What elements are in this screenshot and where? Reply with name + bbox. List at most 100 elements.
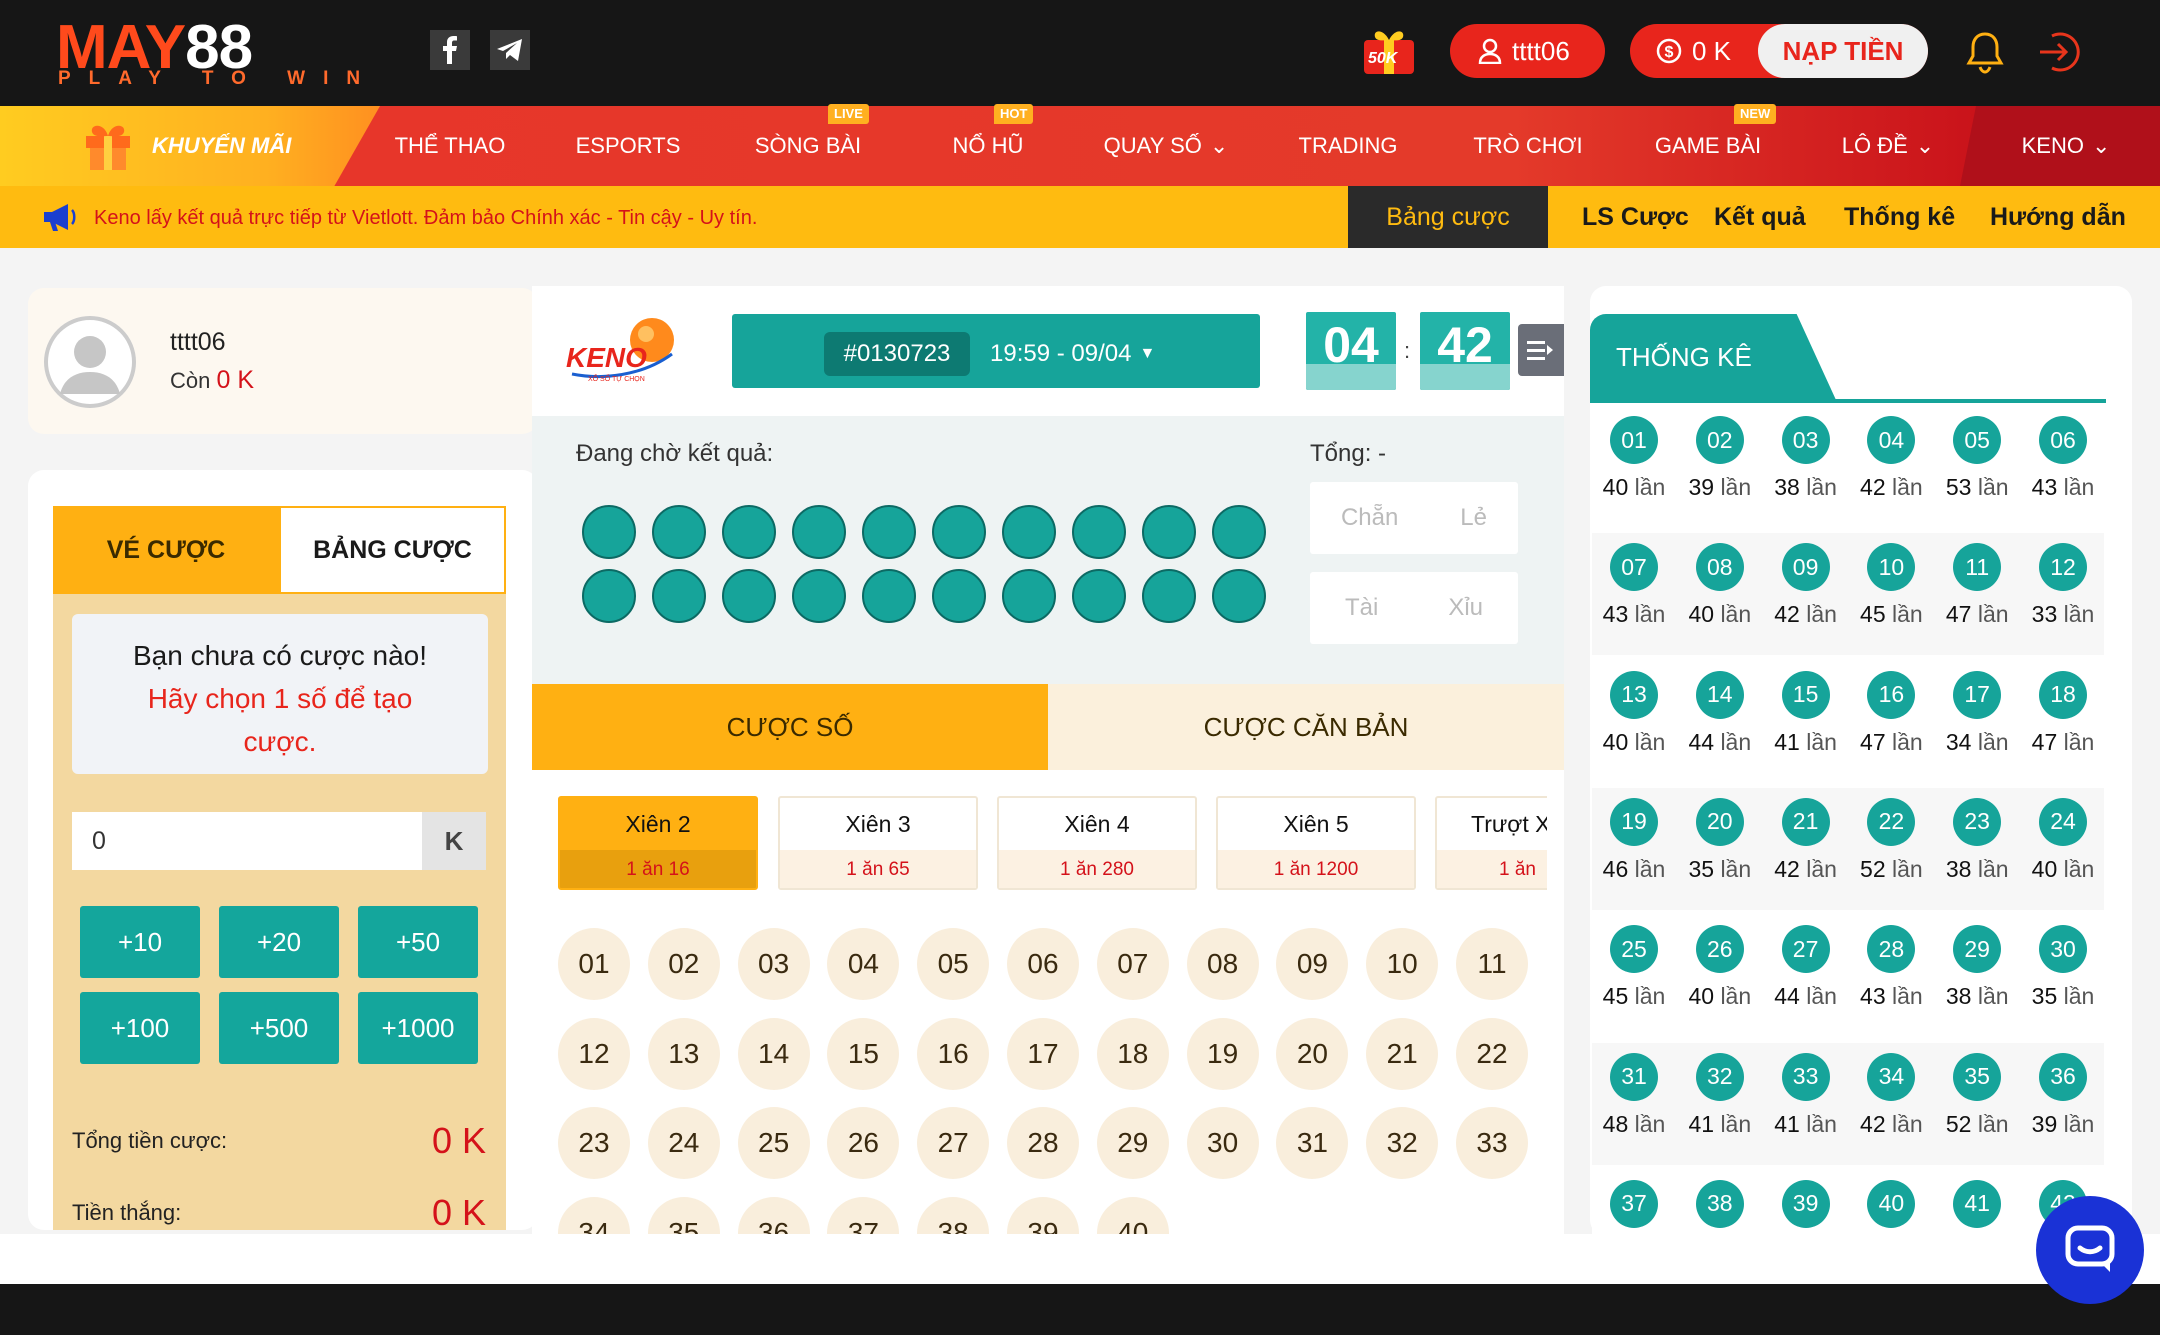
number-ball-15[interactable]: 15 <box>827 1017 900 1090</box>
nav-quay-so[interactable]: QUAY SỐ ⌄ <box>1096 106 1236 186</box>
stats-number: 34 <box>1867 1052 1916 1101</box>
bet-type-truot-x[interactable]: Trượt X 1 ăn <box>1435 796 1547 890</box>
stats-number: 01 <box>1610 416 1658 464</box>
stats-count-value: 48 <box>1602 1110 1629 1137</box>
logout-icon[interactable] <box>2034 28 2082 81</box>
number-ball-40[interactable]: 40 <box>1096 1196 1169 1234</box>
number-ball-39[interactable]: 39 <box>1007 1196 1079 1234</box>
stats-number: 07 <box>1610 543 1658 592</box>
link-ket-qua[interactable]: Kết quả <box>1714 186 1806 248</box>
number-ball-24[interactable]: 24 <box>647 1107 720 1180</box>
chat-support-button[interactable] <box>2036 1196 2144 1304</box>
stats-count-unit: lần <box>1634 728 1666 755</box>
number-ball-09[interactable]: 09 <box>1276 928 1349 1000</box>
number-ball-04[interactable]: 04 <box>827 928 900 1000</box>
stats-count-unit: lần <box>1806 855 1837 882</box>
nav-trading[interactable]: TRADING <box>1276 106 1420 186</box>
stats-cell-36: 36 39 lần <box>2023 1052 2103 1138</box>
bet-type-xien-2[interactable]: Xiên 2 1 ăn 16 <box>558 796 758 890</box>
side-menu-toggle[interactable] <box>1518 324 1564 376</box>
coin-icon: $ <box>1656 38 1682 64</box>
promo-gift-icon[interactable]: 50K <box>1358 24 1420 76</box>
number-ball-21[interactable]: 21 <box>1366 1017 1439 1090</box>
quick-add-100-button[interactable]: +100 <box>80 992 200 1064</box>
number-ball-34[interactable]: 34 <box>558 1196 630 1234</box>
tab-bang-cuoc-panel[interactable]: BẢNG CƯỢC <box>279 506 506 594</box>
stats-count: 46 lần <box>1594 856 1674 883</box>
stats-cell-34: 34 42 lần <box>1851 1052 1931 1138</box>
number-ball-29[interactable]: 29 <box>1096 1107 1169 1180</box>
timer-separator: : <box>1404 338 1411 363</box>
number-ball-20[interactable]: 20 <box>1276 1017 1349 1090</box>
nav-esports[interactable]: ESPORTS <box>560 106 696 186</box>
number-ball-03[interactable]: 03 <box>737 928 810 1000</box>
number-ball-35[interactable]: 35 <box>647 1196 720 1234</box>
link-huong-dan[interactable]: Hướng dẫn <box>1990 186 2126 248</box>
number-ball-36[interactable]: 36 <box>737 1196 810 1234</box>
stats-cell-07: 07 43 lần <box>1594 543 1674 628</box>
quick-add-50-button[interactable]: +50 <box>358 906 478 978</box>
nav-lo-de[interactable]: LÔ ĐỀ ⌄ <box>1816 106 1960 186</box>
number-ball-14[interactable]: 14 <box>737 1017 810 1090</box>
stats-cell-38: 38 <box>1680 1179 1760 1228</box>
bet-amount-input[interactable] <box>72 812 422 870</box>
bet-type-xien-5[interactable]: Xiên 5 1 ăn 1200 <box>1216 796 1416 890</box>
number-ball-31[interactable]: 31 <box>1276 1107 1349 1180</box>
number-ball-26[interactable]: 26 <box>827 1107 900 1180</box>
facebook-icon[interactable] <box>430 30 470 70</box>
draw-time[interactable]: 19:59 - 09/04 ▼ <box>990 332 1155 376</box>
link-ls-cuoc[interactable]: LS Cược <box>1582 186 1689 248</box>
user-account-button[interactable]: tttt06 <box>1450 24 1605 78</box>
nav-keno[interactable]: KENO ⌄ <box>1996 106 2136 186</box>
number-ball-12[interactable]: 12 <box>558 1017 630 1090</box>
stats-count-value: 38 <box>1945 983 1972 1010</box>
number-ball-02[interactable]: 02 <box>647 928 720 1000</box>
deposit-button[interactable]: NẠP TIỀN <box>1758 24 1928 78</box>
stats-count: 33 lần <box>2023 601 2103 628</box>
quick-add-10-button[interactable]: +10 <box>80 906 200 978</box>
number-ball-32[interactable]: 32 <box>1366 1107 1439 1180</box>
number-ball-10[interactable]: 10 <box>1366 928 1439 1000</box>
number-ball-11[interactable]: 11 <box>1456 928 1528 1000</box>
bet-type-xien-3[interactable]: Xiên 3 1 ăn 65 <box>778 796 978 890</box>
number-ball-27[interactable]: 27 <box>917 1107 990 1180</box>
nav-the-thao[interactable]: THỂ THAO <box>380 106 520 186</box>
stats-cell-02: 02 39 lần <box>1680 416 1760 501</box>
link-thong-ke[interactable]: Thống kê <box>1844 186 1955 248</box>
tab-cuoc-can-ban[interactable]: CƯỢC CĂN BẢN <box>1048 684 1564 770</box>
nav-tro-choi[interactable]: TRÒ CHƠI <box>1456 106 1600 186</box>
number-ball-07[interactable]: 07 <box>1096 928 1169 1000</box>
number-ball-33[interactable]: 33 <box>1456 1107 1528 1180</box>
number-ball-17[interactable]: 17 <box>1007 1017 1079 1090</box>
number-ball-16[interactable]: 16 <box>917 1017 990 1090</box>
stats-count-unit: lần <box>1806 601 1837 628</box>
number-ball-23[interactable]: 23 <box>558 1107 630 1180</box>
number-ball-25[interactable]: 25 <box>737 1107 810 1180</box>
tab-cuoc-so[interactable]: CƯỢC SỐ <box>532 684 1048 770</box>
number-ball-19[interactable]: 19 <box>1186 1017 1259 1090</box>
quick-add-1000-button[interactable]: +1000 <box>358 992 478 1064</box>
number-ball-18[interactable]: 18 <box>1096 1017 1169 1090</box>
number-ball-37[interactable]: 37 <box>827 1196 900 1234</box>
svg-text:$: $ <box>1665 44 1674 61</box>
number-ball-30[interactable]: 30 <box>1186 1107 1259 1180</box>
telegram-icon[interactable] <box>490 30 530 70</box>
bet-type-xien-4[interactable]: Xiên 4 1 ăn 280 <box>997 796 1197 890</box>
stats-cell-32: 32 41 lần <box>1680 1052 1760 1138</box>
bell-icon[interactable] <box>1964 30 2006 79</box>
number-ball-08[interactable]: 08 <box>1186 928 1259 1000</box>
nav-no-hu[interactable]: NỔ HŨ <box>920 106 1056 186</box>
number-ball-06[interactable]: 06 <box>1007 928 1079 1000</box>
number-ball-38[interactable]: 38 <box>917 1196 990 1234</box>
number-ball-13[interactable]: 13 <box>647 1017 720 1090</box>
stats-count: 41 lần <box>1766 729 1846 756</box>
number-ball-01[interactable]: 01 <box>558 928 630 1000</box>
number-ball-05[interactable]: 05 <box>917 928 990 1000</box>
quick-add-500-button[interactable]: +500 <box>219 992 339 1064</box>
tab-ve-cuoc[interactable]: VÉ CƯỢC <box>53 506 279 594</box>
number-ball-28[interactable]: 28 <box>1007 1107 1079 1180</box>
number-ball-22[interactable]: 22 <box>1456 1017 1528 1090</box>
keno-logo: KENO XỔ SỐ TỰ CHỌN <box>562 312 682 397</box>
quick-add-20-button[interactable]: +20 <box>219 906 339 978</box>
tab-bang-cuoc[interactable]: Bảng cược <box>1348 186 1548 248</box>
